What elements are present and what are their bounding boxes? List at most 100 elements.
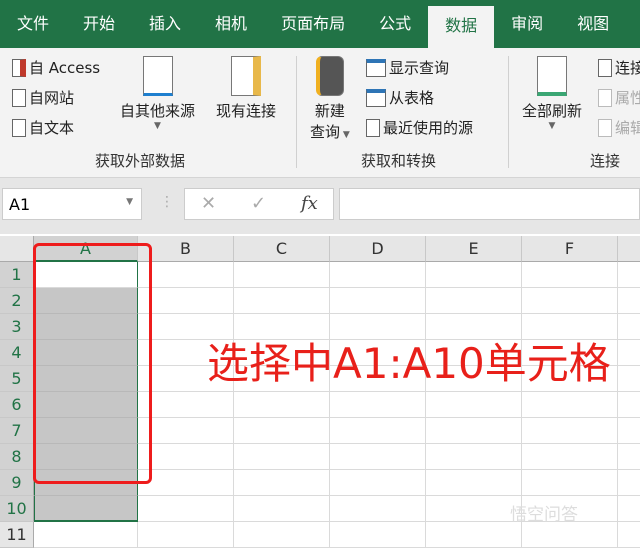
cell[interactable] <box>618 288 640 314</box>
from-web-button[interactable]: 自网站 <box>12 87 74 108</box>
column-header-g[interactable] <box>618 236 640 262</box>
cancel-icon[interactable]: ✕ <box>201 193 216 214</box>
tab-view[interactable]: 视图 <box>560 0 626 48</box>
cell[interactable] <box>426 288 522 314</box>
cell[interactable] <box>330 262 426 288</box>
connections-button[interactable]: 连接 <box>598 57 640 78</box>
column-header-b[interactable]: B <box>138 236 234 262</box>
row-header-9[interactable]: 9 <box>0 470 34 496</box>
cell[interactable] <box>138 288 234 314</box>
cell[interactable] <box>234 418 330 444</box>
from-table-button[interactable]: 从表格 <box>366 87 434 108</box>
cell[interactable] <box>234 522 330 548</box>
column-header-d[interactable]: D <box>330 236 426 262</box>
cell[interactable] <box>426 470 522 496</box>
row-header-2[interactable]: 2 <box>0 288 34 314</box>
cell[interactable] <box>522 392 618 418</box>
cell[interactable] <box>330 470 426 496</box>
cell[interactable] <box>426 444 522 470</box>
from-other-sources-button[interactable]: 自其他来源 ▼ <box>120 56 195 131</box>
from-text-button[interactable]: 自文本 <box>12 117 74 138</box>
tab-formulas[interactable]: 公式 <box>362 0 428 48</box>
cell[interactable] <box>522 262 618 288</box>
cell[interactable] <box>426 418 522 444</box>
cell[interactable] <box>426 392 522 418</box>
cell[interactable] <box>618 314 640 340</box>
row-header-4[interactable]: 4 <box>0 340 34 366</box>
from-access-button[interactable]: 自 Access <box>12 57 100 78</box>
recent-sources-button[interactable]: 最近使用的源 <box>366 117 473 138</box>
row-header-8[interactable]: 8 <box>0 444 34 470</box>
row-header-1[interactable]: 1 <box>0 262 34 288</box>
column-header-f[interactable]: F <box>522 236 618 262</box>
select-all-button[interactable] <box>0 236 34 262</box>
cell[interactable] <box>522 444 618 470</box>
cell[interactable] <box>138 470 234 496</box>
row-header-3[interactable]: 3 <box>0 314 34 340</box>
cell[interactable] <box>618 392 640 418</box>
cell[interactable] <box>138 444 234 470</box>
tab-review[interactable]: 审阅 <box>494 0 560 48</box>
drag-handle-icon[interactable]: ⋮ <box>160 194 174 210</box>
tab-camera[interactable]: 相机 <box>198 0 264 48</box>
cell[interactable] <box>522 418 618 444</box>
cell[interactable] <box>426 496 522 522</box>
edit-links-button[interactable]: 编辑 <box>598 117 640 138</box>
cell[interactable] <box>522 288 618 314</box>
tab-data[interactable]: 数据 <box>428 6 495 48</box>
cell[interactable] <box>34 496 138 522</box>
cell[interactable] <box>138 496 234 522</box>
cell[interactable] <box>34 522 138 548</box>
row-header-10[interactable]: 10 <box>0 496 34 522</box>
cell[interactable] <box>426 262 522 288</box>
cell[interactable] <box>234 470 330 496</box>
tab-insert[interactable]: 插入 <box>132 0 198 48</box>
cell[interactable] <box>330 444 426 470</box>
enter-icon[interactable]: ✓ <box>251 193 266 214</box>
cell[interactable] <box>138 392 234 418</box>
row-header-11[interactable]: 11 <box>0 522 34 548</box>
formula-input[interactable] <box>339 188 640 220</box>
cell[interactable] <box>618 522 640 548</box>
chevron-down-icon[interactable]: ▼ <box>126 197 133 207</box>
cell[interactable] <box>522 470 618 496</box>
cell[interactable] <box>522 522 618 548</box>
row-header-5[interactable]: 5 <box>0 366 34 392</box>
new-query-button[interactable]: 新建 查询 ▼ <box>310 56 350 142</box>
cell[interactable] <box>330 496 426 522</box>
tab-file[interactable]: 文件 <box>0 0 66 48</box>
cell[interactable] <box>138 522 234 548</box>
cell[interactable] <box>618 496 640 522</box>
column-header-e[interactable]: E <box>426 236 522 262</box>
cell[interactable] <box>234 496 330 522</box>
cell[interactable] <box>426 522 522 548</box>
cell[interactable] <box>138 262 234 288</box>
cell[interactable] <box>330 392 426 418</box>
name-box[interactable]: A1 ▼ <box>2 188 142 220</box>
cell[interactable] <box>234 288 330 314</box>
row-header-6[interactable]: 6 <box>0 392 34 418</box>
cell[interactable] <box>330 288 426 314</box>
insert-function-icon[interactable]: fx <box>301 193 318 214</box>
cell[interactable] <box>618 262 640 288</box>
refresh-all-button[interactable]: 全部刷新 ▼ <box>522 56 582 131</box>
cell[interactable] <box>618 366 640 392</box>
existing-connections-button[interactable]: 现有连接 <box>216 56 276 121</box>
properties-button[interactable]: 属性 <box>598 87 640 108</box>
from-access-label: 自 Access <box>29 59 101 77</box>
cell[interactable] <box>234 262 330 288</box>
cell[interactable] <box>234 444 330 470</box>
column-header-c[interactable]: C <box>234 236 330 262</box>
row-header-7[interactable]: 7 <box>0 418 34 444</box>
cell[interactable] <box>234 392 330 418</box>
cell[interactable] <box>618 444 640 470</box>
tab-home[interactable]: 开始 <box>66 0 132 48</box>
cell[interactable] <box>330 522 426 548</box>
cell[interactable] <box>618 418 640 444</box>
cell[interactable] <box>330 418 426 444</box>
tab-page-layout[interactable]: 页面布局 <box>264 0 362 48</box>
cell[interactable] <box>618 340 640 366</box>
cell[interactable] <box>138 418 234 444</box>
cell[interactable] <box>618 470 640 496</box>
show-queries-button[interactable]: 显示查询 <box>366 57 449 78</box>
